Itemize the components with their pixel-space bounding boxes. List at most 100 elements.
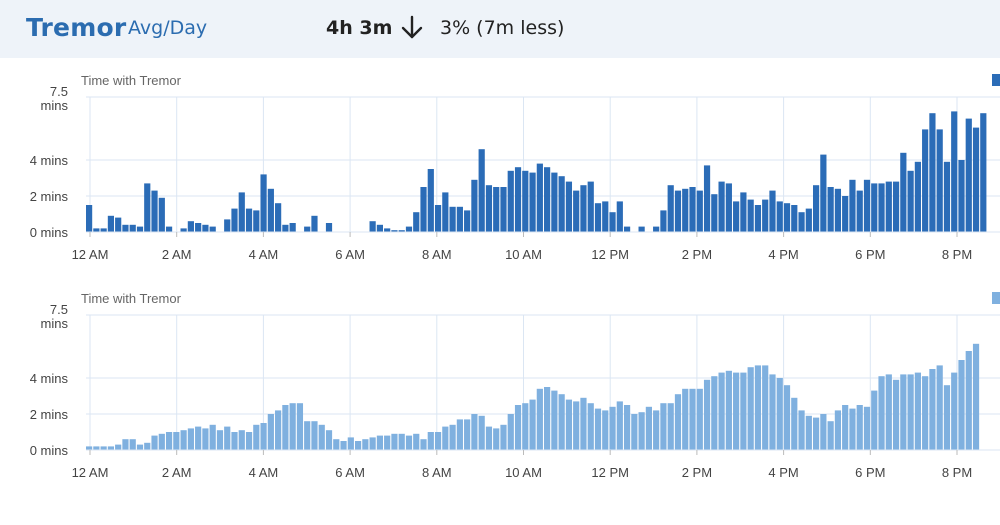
bar[interactable] [754,205,762,232]
bar[interactable] [398,433,405,450]
bar[interactable] [100,228,107,232]
bar[interactable] [565,181,573,232]
bar[interactable] [980,113,987,232]
bar[interactable] [224,219,231,232]
bar[interactable] [376,435,383,450]
bar[interactable] [354,441,362,450]
bar[interactable] [638,412,645,450]
bar[interactable] [304,226,311,232]
bar[interactable] [493,187,500,232]
bar[interactable] [827,187,834,232]
bar[interactable] [733,372,740,450]
bar[interactable] [769,374,776,450]
bar[interactable] [951,111,958,232]
bar[interactable] [165,432,173,450]
bar[interactable] [754,365,762,450]
bar[interactable] [427,169,434,232]
bar[interactable] [740,192,747,232]
bar[interactable] [653,226,660,232]
bar[interactable] [965,118,972,232]
bar[interactable] [173,432,180,450]
bar[interactable] [631,414,638,450]
bar[interactable] [820,414,827,450]
bar[interactable] [325,430,333,450]
bar[interactable] [427,432,434,450]
bar[interactable] [442,192,449,232]
bar[interactable] [93,228,100,232]
bar[interactable] [653,410,660,450]
bar[interactable] [594,408,602,450]
bar[interactable] [514,167,522,232]
bar[interactable] [449,206,456,232]
bar[interactable] [551,172,558,232]
bar[interactable] [740,372,747,450]
bar[interactable] [544,387,551,450]
bar[interactable] [929,113,936,232]
bar[interactable] [158,433,165,450]
bar[interactable] [587,403,594,450]
bar[interactable] [405,435,413,450]
bar[interactable] [776,378,783,450]
bar[interactable] [762,199,769,232]
bar[interactable] [805,415,812,450]
bar[interactable] [972,343,980,450]
bar[interactable] [813,417,820,450]
bar[interactable] [282,405,289,450]
bar[interactable] [798,410,805,450]
bar[interactable] [849,179,856,232]
bar[interactable] [885,181,892,232]
metric-label[interactable]: Avg/Day [128,17,207,39]
bar[interactable] [478,415,485,450]
bar[interactable] [529,172,536,232]
bar[interactable] [231,208,238,232]
bar[interactable] [922,376,929,450]
bar[interactable] [376,224,383,232]
bar[interactable] [151,435,158,450]
bar[interactable] [253,424,260,450]
bar[interactable] [122,439,129,450]
bar[interactable] [180,430,187,450]
bar[interactable] [892,379,900,450]
bar[interactable] [747,367,754,450]
bar[interactable] [100,446,107,450]
bar[interactable] [136,444,144,450]
bar[interactable] [725,183,732,232]
bar[interactable] [202,224,209,232]
bar[interactable] [674,190,682,232]
bar[interactable] [405,226,413,232]
bar[interactable] [769,190,776,232]
bar[interactable] [703,165,711,232]
bar[interactable] [667,185,674,232]
bar[interactable] [674,394,682,450]
bar[interactable] [958,360,965,450]
bar[interactable] [943,385,951,450]
bar[interactable] [682,388,689,450]
bar[interactable] [914,161,921,232]
bar[interactable] [187,221,194,232]
bar[interactable] [667,403,674,450]
bar[interactable] [325,223,333,232]
bar[interactable] [129,439,136,450]
bar[interactable] [115,444,122,450]
bar[interactable] [536,388,543,450]
bar[interactable] [216,430,224,450]
bar[interactable] [231,432,238,450]
bar[interactable] [929,369,936,450]
bar[interactable] [834,410,842,450]
bar[interactable] [594,203,602,232]
bar[interactable] [551,390,558,450]
bar[interactable] [115,217,122,232]
bar[interactable] [522,403,529,450]
bar[interactable] [878,376,885,450]
bar[interactable] [253,210,260,232]
bar[interactable] [544,167,551,232]
bar[interactable] [711,194,718,232]
bar[interactable] [885,374,892,450]
bar[interactable] [660,210,667,232]
bar[interactable] [318,424,325,450]
bar[interactable] [892,181,900,232]
bar[interactable] [645,406,652,450]
bar[interactable] [165,226,173,232]
bar[interactable] [500,187,507,232]
bar[interactable] [529,399,536,450]
